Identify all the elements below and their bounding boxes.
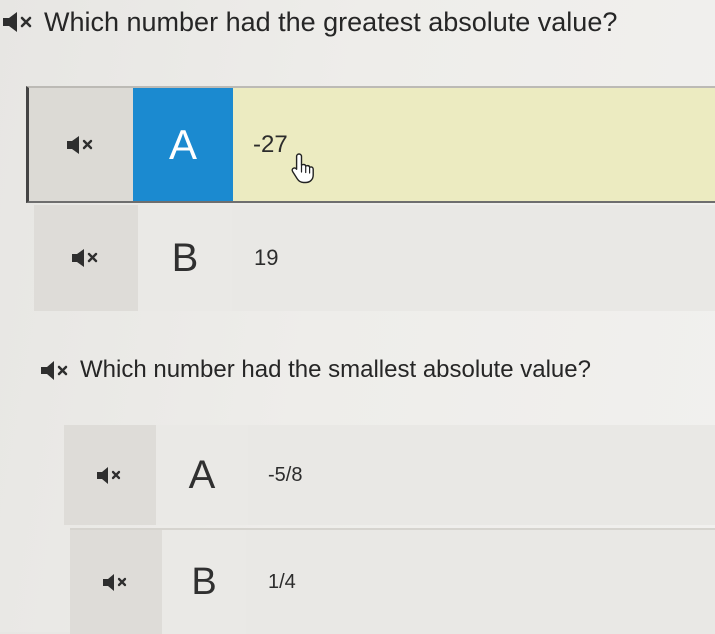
question-2-option-a[interactable]: A -5/8 [64,425,715,525]
question-2-prompt: Which number had the smallest absolute v… [40,350,591,390]
option-letter[interactable]: A [133,88,233,201]
speaker-muted-icon[interactable] [102,573,130,592]
option-audio-cell[interactable] [70,530,162,634]
speaker-muted-icon[interactable] [66,135,96,155]
question-1-option-b[interactable]: B 19 [34,205,715,311]
option-value[interactable]: 19 [232,205,715,311]
option-letter[interactable]: B [162,530,246,634]
speaker-muted-icon[interactable] [71,248,101,268]
option-audio-cell[interactable] [29,88,133,201]
question-2-text: Which number had the smallest absolute v… [80,356,591,383]
option-letter[interactable]: B [138,205,232,311]
question-1-option-a[interactable]: A -27 [26,86,715,203]
speaker-muted-icon[interactable] [40,360,72,381]
option-audio-cell[interactable] [64,425,156,525]
option-value[interactable]: 1/4 [246,530,715,634]
speaker-muted-icon[interactable] [2,11,36,33]
question-1-prompt: Which number had the greatest absolute v… [2,2,617,42]
hand-pointer-icon [290,152,318,189]
option-value[interactable]: -5/8 [248,425,715,525]
speaker-muted-icon[interactable] [96,466,124,485]
option-letter[interactable]: A [156,425,248,525]
question-1-text: Which number had the greatest absolute v… [44,6,618,37]
option-audio-cell[interactable] [34,205,138,311]
question-2-option-b[interactable]: B 1/4 [70,528,715,634]
